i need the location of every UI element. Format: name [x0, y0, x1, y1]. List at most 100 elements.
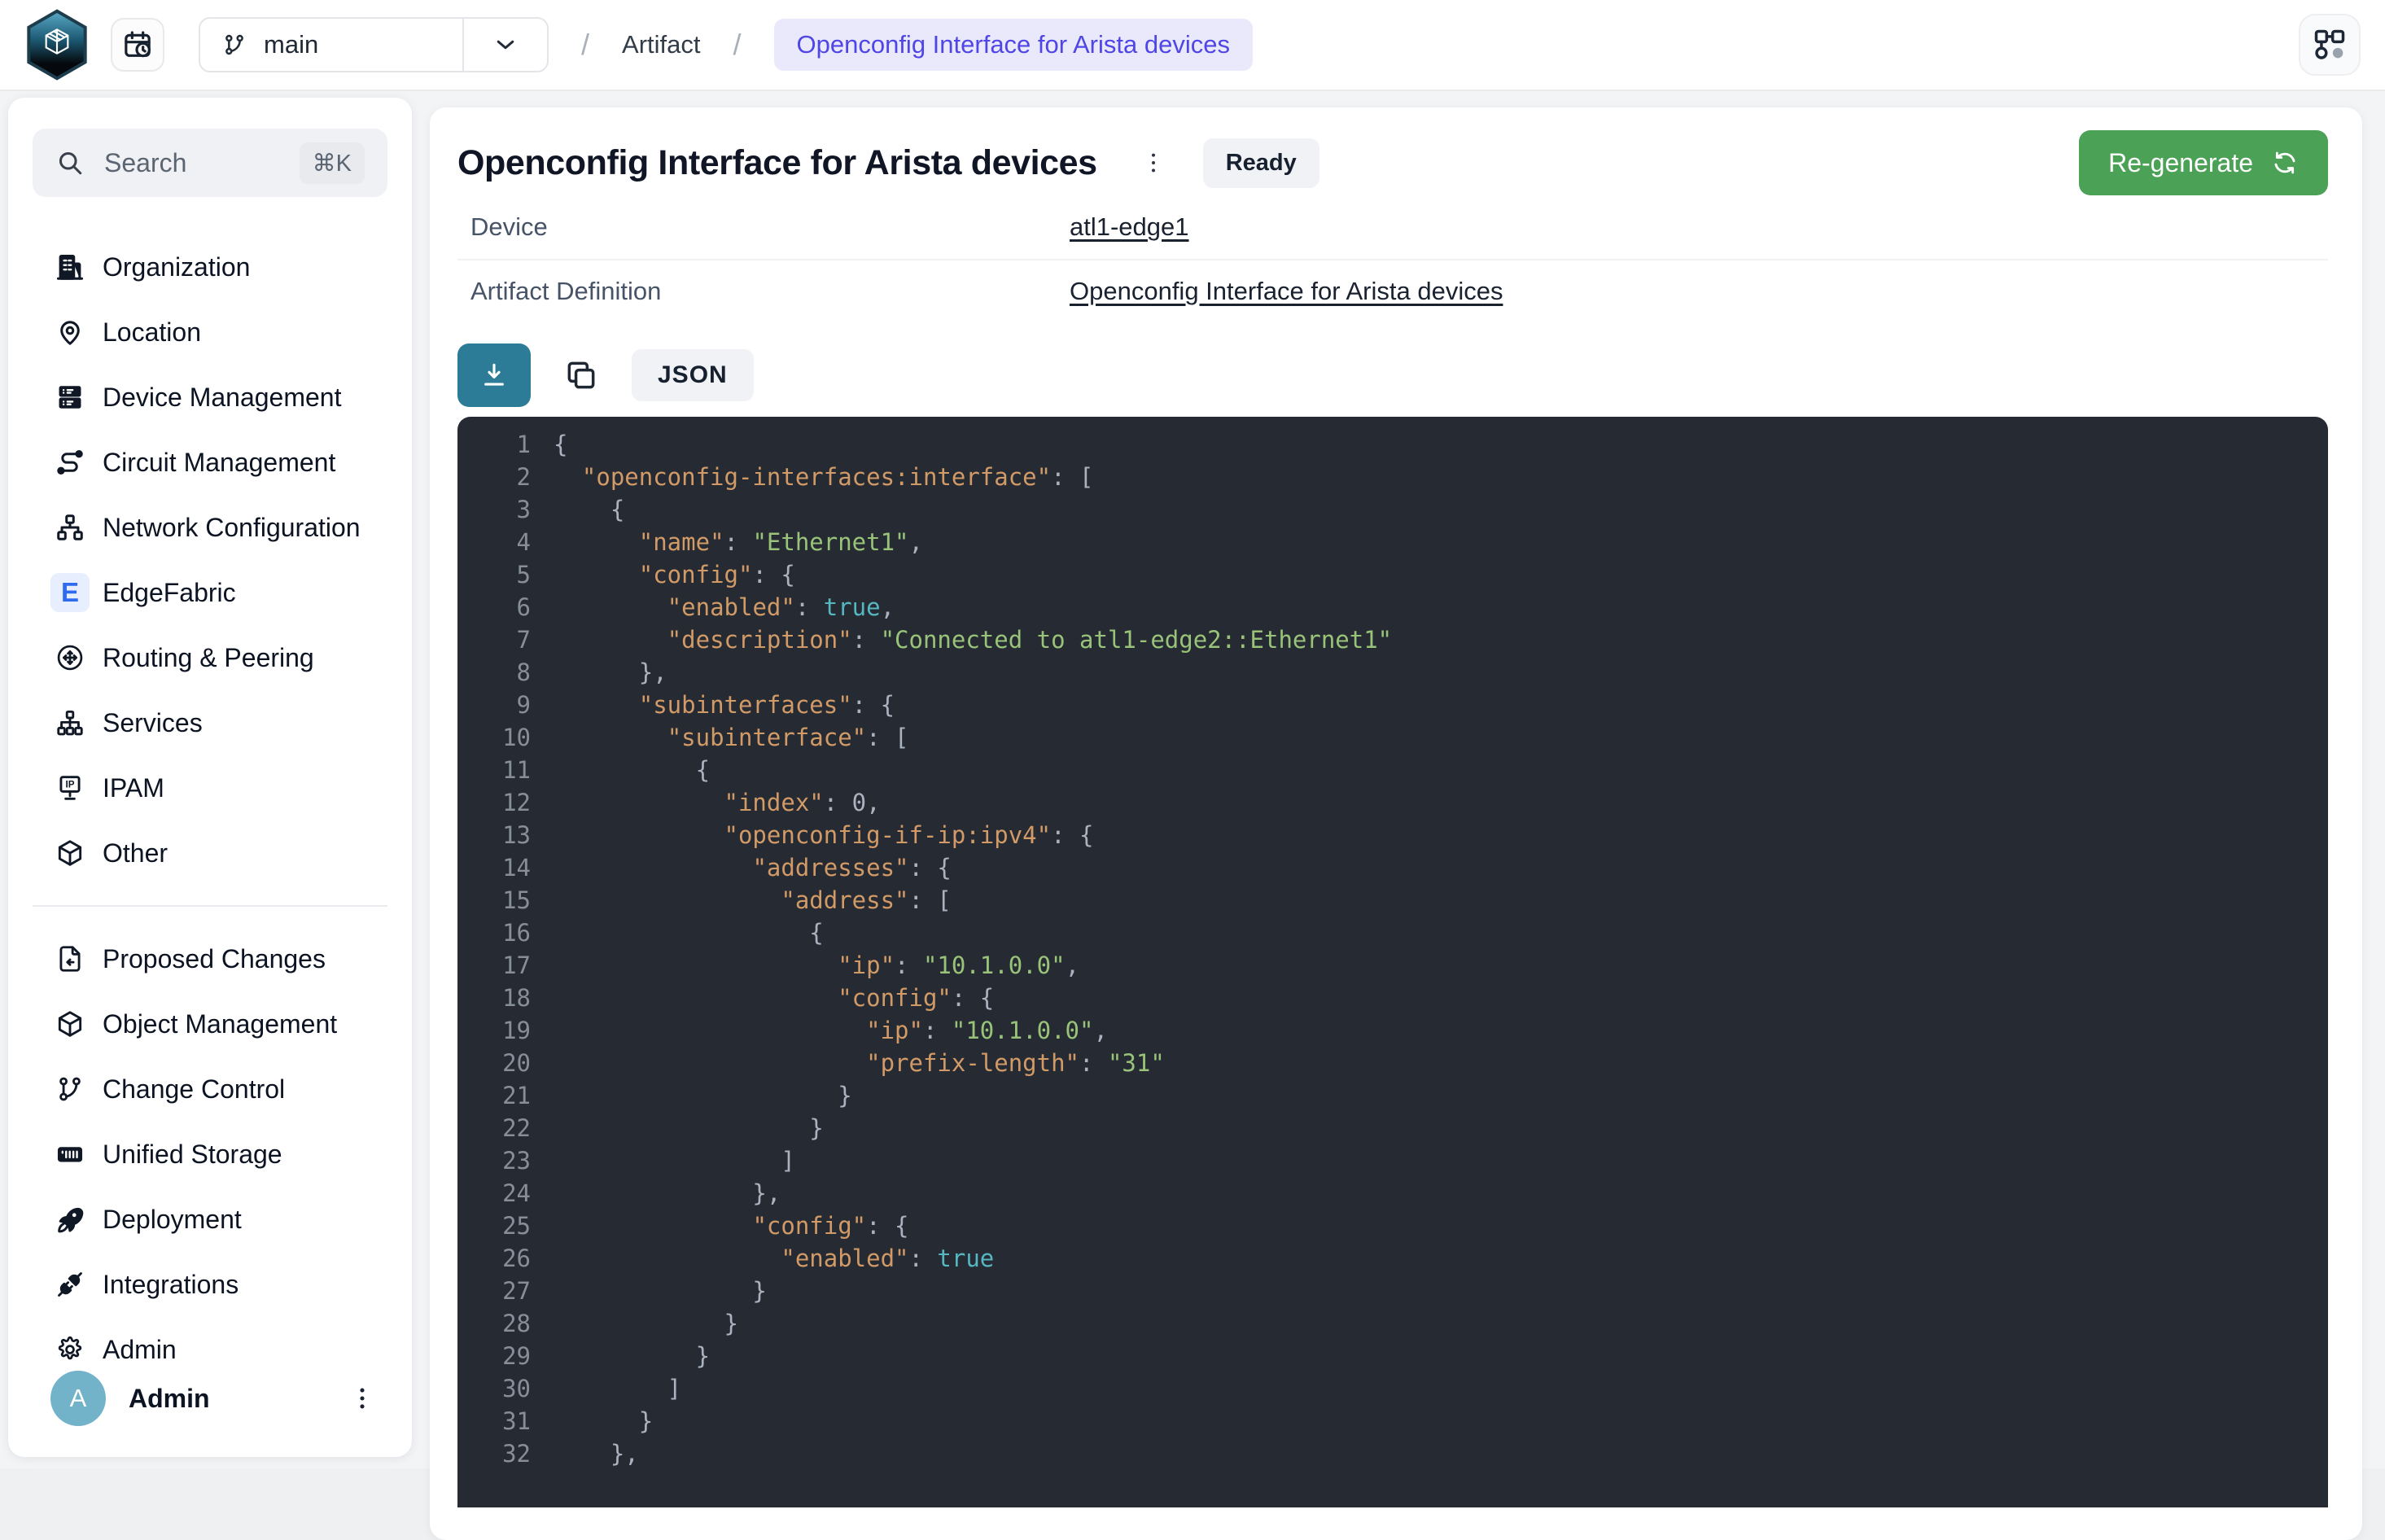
branch-selector[interactable]: main	[199, 17, 549, 72]
code-line: 5 "config": {	[488, 558, 2328, 591]
rocket-icon	[50, 1200, 90, 1239]
code-viewer[interactable]: 1{2 "openconfig-interfaces:interface": […	[457, 417, 2328, 1507]
kebab-menu-icon[interactable]	[348, 1385, 376, 1412]
svg-text:IP: IP	[65, 779, 74, 790]
code-line: 1{	[488, 428, 2328, 461]
sidebar-item-label: Circuit Management	[103, 448, 335, 478]
code-line: 12 "index": 0,	[488, 786, 2328, 819]
line-number: 15	[488, 884, 531, 917]
line-number: 19	[488, 1014, 531, 1047]
sidebar-item-network-configuration[interactable]: Network Configuration	[8, 495, 412, 560]
sidebar-item-label: IPAM	[103, 773, 164, 803]
download-button[interactable]	[457, 343, 531, 407]
field-row-device: Device atl1-edge1	[457, 195, 2328, 259]
plug-icon	[50, 1265, 90, 1304]
line-number: 5	[488, 558, 531, 591]
sidebar-item-unified-storage[interactable]: Unified Storage	[8, 1122, 412, 1187]
line-number: 9	[488, 689, 531, 721]
sidebar-item-deployment[interactable]: Deployment	[8, 1187, 412, 1252]
sidebar-item-proposed-changes[interactable]: Proposed Changes	[8, 926, 412, 991]
sidebar-item-label: Deployment	[103, 1205, 242, 1235]
line-number: 13	[488, 819, 531, 851]
sidebar-item-other[interactable]: Other	[8, 820, 412, 886]
code-line: 20 "prefix-length": "31"	[488, 1047, 2328, 1079]
copy-icon	[563, 357, 599, 393]
calendar-button[interactable]	[111, 18, 164, 72]
branch-selector-value: main	[200, 30, 462, 59]
search-input[interactable]: Search ⌘K	[33, 129, 387, 197]
code-line: 26 "enabled": true	[488, 1242, 2328, 1275]
line-number: 11	[488, 754, 531, 786]
sidebar-item-label: Integrations	[103, 1270, 238, 1300]
sidebar-item-integrations[interactable]: Integrations	[8, 1252, 412, 1317]
line-number: 28	[488, 1307, 531, 1340]
sidebar-item-label: Change Control	[103, 1074, 285, 1105]
gear-icon	[50, 1330, 90, 1369]
format-tab-json[interactable]: JSON	[632, 349, 754, 401]
sidebar-item-label: Routing & Peering	[103, 643, 314, 673]
sidebar-item-label: Services	[103, 708, 203, 738]
copy-button[interactable]	[563, 357, 599, 393]
line-number: 26	[488, 1242, 531, 1275]
line-number: 22	[488, 1112, 531, 1144]
line-number: 17	[488, 949, 531, 982]
search-shortcut: ⌘K	[300, 142, 365, 184]
sidebar-item-services[interactable]: Services	[8, 690, 412, 755]
sidebar-item-location[interactable]: Location	[8, 300, 412, 365]
code-line: 27 }	[488, 1275, 2328, 1307]
file-change-icon	[50, 939, 90, 978]
sidebar-item-label: Other	[103, 838, 168, 868]
sidebar-item-ipam[interactable]: IP IPAM	[8, 755, 412, 820]
sidebar-item-edgefabric[interactable]: E EdgeFabric	[8, 560, 412, 625]
artifact-definition-link[interactable]: Openconfig Interface for Arista devices	[1070, 277, 1503, 306]
map-pin-icon	[50, 313, 90, 352]
sidebar-item-label: Admin	[103, 1335, 177, 1365]
storage-icon	[50, 1135, 90, 1174]
code-line: 16 {	[488, 917, 2328, 949]
code-line: 14 "addresses": {	[488, 851, 2328, 884]
code-line: 18 "config": {	[488, 982, 2328, 1014]
device-link[interactable]: atl1-edge1	[1070, 212, 1189, 242]
line-number: 16	[488, 917, 531, 949]
branch-label: main	[264, 30, 318, 59]
code-line: 2 "openconfig-interfaces:interface": [	[488, 461, 2328, 493]
sidebar-item-device-management[interactable]: Device Management	[8, 365, 412, 430]
sidebar-item-organization[interactable]: Organization	[8, 234, 412, 300]
sidebar-item-label: Object Management	[103, 1009, 337, 1039]
sidebar-item-routing-peering[interactable]: Routing & Peering	[8, 625, 412, 690]
code-line: 22 }	[488, 1112, 2328, 1144]
sidebar-item-label: Unified Storage	[103, 1140, 282, 1170]
sidebar-item-circuit-management[interactable]: Circuit Management	[8, 430, 412, 495]
topology-icon	[2312, 27, 2348, 63]
title-row: Openconfig Interface for Arista devices …	[457, 130, 2328, 195]
sidebar-item-label: Network Configuration	[103, 513, 361, 543]
title-kebab-menu-icon[interactable]	[1141, 151, 1166, 175]
chevron-down-icon	[464, 33, 547, 57]
code-line: 6 "enabled": true,	[488, 591, 2328, 623]
sidebar-item-change-control[interactable]: Change Control	[8, 1057, 412, 1122]
code-line: 4 "name": "Ethernet1",	[488, 526, 2328, 558]
field-label: Artifact Definition	[470, 277, 1070, 306]
app-logo[interactable]	[24, 9, 90, 81]
code-toolbar: JSON	[457, 343, 2328, 407]
user-name: Admin	[129, 1384, 210, 1414]
user-menu[interactable]: A Admin	[8, 1371, 412, 1426]
line-number: 23	[488, 1144, 531, 1177]
breadcrumb-item-current[interactable]: Openconfig Interface for Arista devices	[774, 19, 1253, 71]
line-number: 2	[488, 461, 531, 493]
sidebar-divider	[33, 905, 387, 907]
field-row-artifact-definition: Artifact Definition Openconfig Interface…	[457, 259, 2328, 322]
code-line: 19 "ip": "10.1.0.0",	[488, 1014, 2328, 1047]
topology-apps-button[interactable]	[2299, 14, 2361, 76]
search-icon	[55, 148, 85, 177]
re-generate-button[interactable]: Re-generate	[2079, 130, 2328, 195]
sidebar-item-label: EdgeFabric	[103, 578, 236, 608]
code-line: 8 },	[488, 656, 2328, 689]
code-line: 29 }	[488, 1340, 2328, 1372]
line-number: 10	[488, 721, 531, 754]
ipam-icon: IP	[50, 768, 90, 807]
top-bar: main / Artifact / Openconfig Interface f…	[0, 0, 2385, 91]
breadcrumb-item-artifact[interactable]: Artifact	[622, 30, 700, 59]
sidebar-item-object-management[interactable]: Object Management	[8, 991, 412, 1057]
breadcrumb-separator: /	[733, 28, 741, 62]
